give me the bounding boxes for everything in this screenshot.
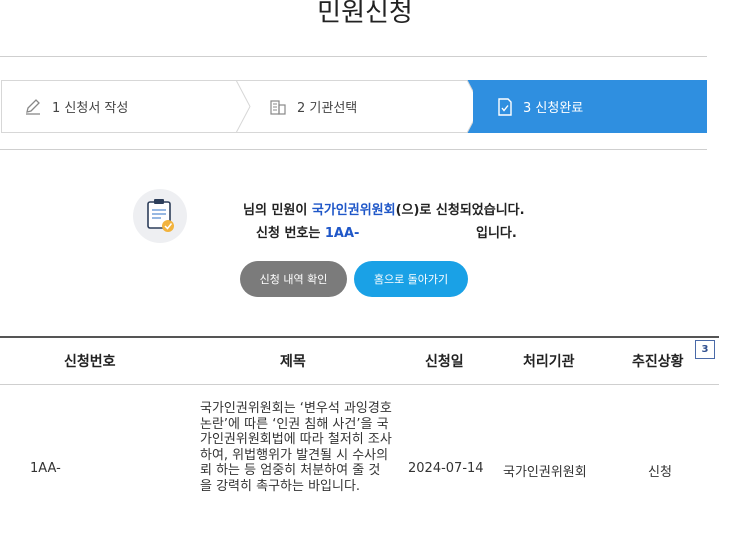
cell-status: 신청	[648, 465, 672, 480]
pencil-icon	[24, 98, 42, 116]
completion-message-line1: 님의 민원이 국가인권위원회(으)로 신청되었습니다.	[243, 203, 525, 218]
header-application-no: 신청번호	[64, 354, 116, 370]
agency-name: 국가인권위원회	[311, 203, 396, 218]
cell-application-no: 1AA-	[30, 461, 61, 476]
step-label: 2 기관선택	[297, 101, 358, 116]
completion-message-suffix: 입니다.	[476, 226, 517, 241]
header-agency: 처리기관	[523, 354, 575, 370]
document-check-icon	[497, 97, 513, 116]
steps-divider	[0, 149, 707, 150]
page-title: 민원신청	[317, 0, 413, 28]
cell-date: 2024-07-14	[408, 461, 484, 476]
annotation-badge: 3	[695, 340, 715, 359]
step-label: 3 신청완료	[523, 101, 584, 116]
table-top-border	[0, 336, 719, 338]
application-number: 1AA-	[324, 226, 360, 241]
step-label: 1 신청서 작성	[52, 101, 129, 116]
header-title: 제목	[280, 354, 306, 370]
view-history-button[interactable]: 신청 내역 확인	[240, 261, 347, 297]
title-divider	[0, 56, 707, 57]
table-header-divider	[0, 384, 719, 385]
step-complete: 3 신청완료	[473, 80, 707, 133]
step-select-agency: 2 기관선택	[241, 80, 473, 133]
completion-message-line2: 신청 번호는 1AA-	[256, 226, 360, 241]
header-date: 신청일	[425, 354, 464, 370]
progress-steps: 1 신청서 작성 2 기관선택 3 신청완료	[1, 80, 707, 133]
step-write-form: 1 신청서 작성	[1, 80, 241, 133]
clipboard-check-icon	[133, 189, 187, 243]
header-status: 추진상황	[632, 354, 684, 370]
cell-title[interactable]: 국가인권위원회는 ‘변우석 과잉경호 논란’에 따른 ‘인권 침해 사건’을 국…	[200, 401, 392, 494]
building-icon	[269, 98, 287, 116]
cell-agency: 국가인권위원회	[503, 465, 587, 480]
go-home-button[interactable]: 홈으로 돌아가기	[354, 261, 468, 297]
